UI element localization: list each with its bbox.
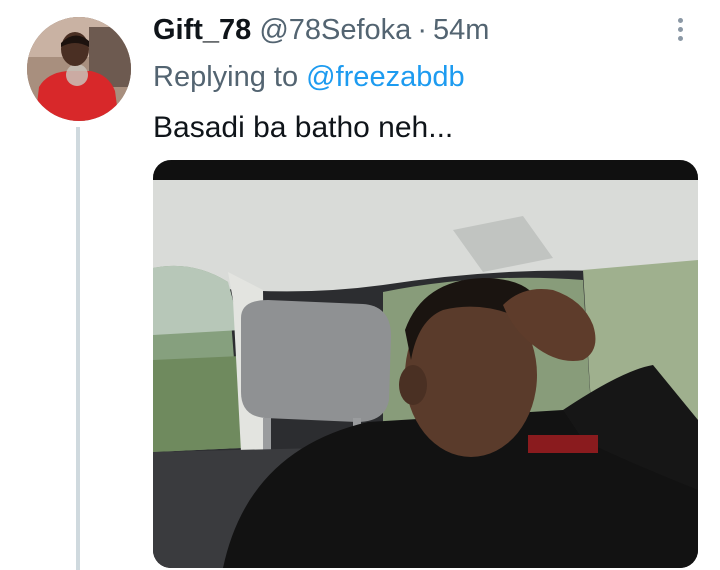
avatar-image	[27, 17, 131, 121]
menu-dot	[677, 35, 683, 41]
photo-image	[153, 160, 698, 568]
tweet-photo[interactable]	[153, 160, 698, 568]
thread-line	[76, 127, 80, 570]
menu-dot	[677, 26, 683, 32]
reply-target-link[interactable]: @freezabdb	[306, 61, 464, 93]
user-handle[interactable]: @78Sefoka	[259, 10, 411, 50]
display-name[interactable]: Gift_78	[153, 10, 251, 50]
avatar[interactable]	[27, 17, 131, 121]
timestamp[interactable]: 54m	[433, 10, 489, 50]
tweet-text: Basadi ba batho neh...	[153, 111, 454, 144]
replying-to: Replying to @freezabdb	[153, 57, 465, 97]
tweet-header: Gift_78 @78Sefoka · 54m	[153, 10, 489, 50]
separator-dot: ·	[417, 14, 427, 46]
more-vertical-icon[interactable]	[664, 14, 696, 44]
reply-prefix: Replying to	[153, 61, 299, 93]
menu-dot	[677, 17, 683, 23]
